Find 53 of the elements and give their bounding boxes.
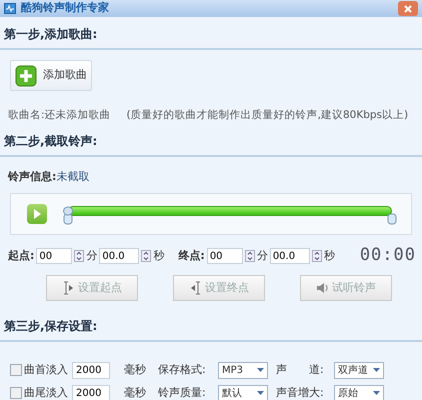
section-heading: 第二步,截取铃声: xyxy=(0,124,422,157)
bracket-arrow-icon xyxy=(62,280,74,295)
seconds-field[interactable]: 00.0 xyxy=(99,248,140,264)
dropdown[interactable]: MP3 xyxy=(218,362,268,379)
setting-label: 声 道: xyxy=(276,362,325,378)
dropdown[interactable]: 默认 xyxy=(218,384,268,400)
spinner-arrows-icon[interactable] xyxy=(244,250,255,262)
close-button[interactable] xyxy=(398,1,418,16)
caret-icon xyxy=(373,368,380,372)
bracket-arrow-icon xyxy=(189,280,201,295)
duration-field[interactable]: 2000 xyxy=(72,384,110,400)
caret-icon xyxy=(257,368,264,372)
spinner-arrows-icon[interactable] xyxy=(74,250,84,262)
minutes-field[interactable]: 00 xyxy=(206,248,243,264)
unit-label: 毫秒 xyxy=(124,362,147,378)
add-song-button[interactable]: 添加歌曲 xyxy=(10,60,92,91)
quality-hint: (质量好的歌曲才能制作出质量好的铃声,建议80Kbps以上) xyxy=(126,108,408,123)
seconds-unit: 秒 xyxy=(153,248,164,264)
minutes-unit: 分 xyxy=(256,248,268,264)
point-label: 起点: xyxy=(8,248,34,264)
seconds-unit: 秒 xyxy=(324,248,335,264)
dropdown[interactable]: 双声道 xyxy=(334,362,384,379)
unit-label: 毫秒 xyxy=(124,385,147,400)
dropdown[interactable]: 原始 xyxy=(334,384,384,400)
caret-icon xyxy=(373,391,380,396)
checkbox[interactable] xyxy=(10,387,22,400)
checkbox-label: 曲首淡入 xyxy=(24,362,68,378)
checkbox[interactable] xyxy=(10,364,22,376)
plus-icon xyxy=(15,64,37,86)
speaker-icon xyxy=(316,280,328,295)
setting-label: 保存格式: xyxy=(158,362,207,378)
duration-field[interactable]: 2000 xyxy=(72,362,110,379)
ringtone-info-label: 铃声信息: xyxy=(8,170,56,183)
section-heading: 第三步,保存设置: xyxy=(0,308,422,342)
point-label: 终点: xyxy=(178,248,205,264)
caret-icon xyxy=(257,391,264,396)
setting-label: 铃声质量: xyxy=(158,385,207,400)
spinner-arrows-icon[interactable] xyxy=(141,250,152,262)
close-icon xyxy=(404,4,412,12)
song-name-label: 歌曲名:还未添加歌曲 xyxy=(8,108,111,123)
seconds-field[interactable]: 00.0 xyxy=(270,248,310,264)
minutes-field[interactable]: 00 xyxy=(36,248,72,264)
spinner-arrows-icon[interactable] xyxy=(312,250,322,262)
setting-label: 声音增大: xyxy=(276,385,325,400)
minutes-unit: 分 xyxy=(86,248,98,264)
time-display: 00:00 xyxy=(360,244,416,268)
play-icon xyxy=(33,209,41,220)
window-title: 酷狗铃声制作专家 xyxy=(21,0,109,16)
ringtone-info-value: 未截取 xyxy=(56,170,90,183)
app-icon xyxy=(4,3,16,14)
section-heading: 第一步,添加歌曲: xyxy=(0,17,422,50)
checkbox-label: 曲尾淡入 xyxy=(24,385,68,400)
play-button[interactable] xyxy=(27,204,47,224)
